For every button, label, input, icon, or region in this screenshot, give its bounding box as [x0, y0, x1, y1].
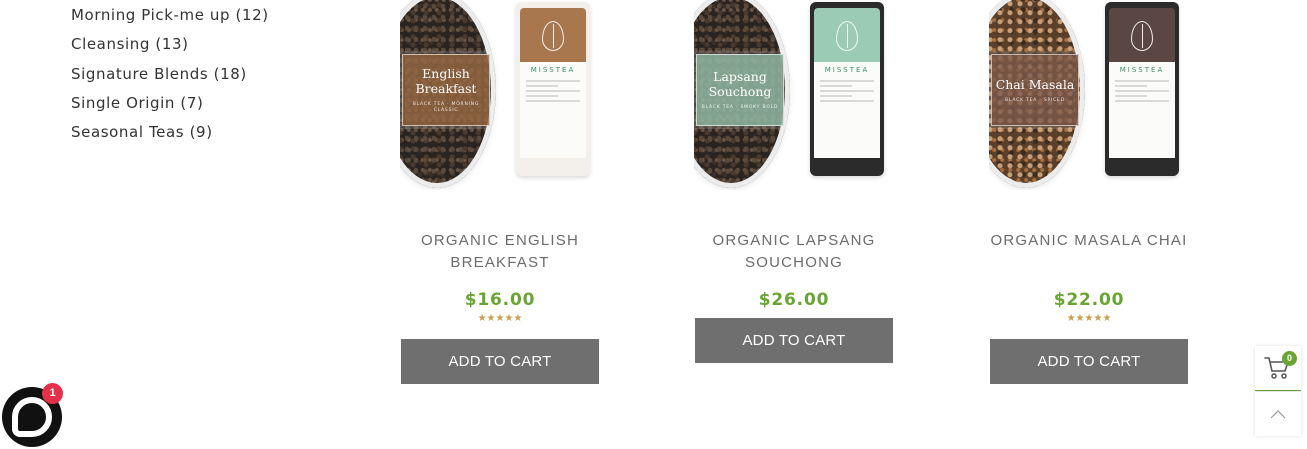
scroll-to-top-button[interactable] [1255, 392, 1301, 436]
category-single-origin[interactable]: Single Origin 7 [71, 91, 269, 120]
category-label: Morning Pick-me up [71, 6, 231, 24]
add-to-cart-button[interactable]: ADD TO CART [990, 339, 1188, 384]
image-label-panel: English Breakfast BLACK TEA · MORNING CL… [400, 51, 493, 129]
tin-label: MISSTEA [814, 62, 880, 158]
category-seasonal-teas[interactable]: Seasonal Teas 9 [71, 120, 269, 149]
tea-tin: MISSTEA [810, 2, 884, 176]
product-name[interactable]: Organic English Breakfast [400, 230, 600, 278]
product-price: $16.00 [464, 290, 536, 310]
leaf-icon [1131, 21, 1153, 51]
image-label-title: Chai Masala [995, 76, 1075, 92]
star-icon: ★ [477, 313, 487, 324]
image-label-subtitle: BLACK TEA · SMOKY BOLD [701, 105, 779, 110]
image-label-panel: Lapsang Souchong BLACK TEA · SMOKY BOLD [694, 51, 787, 129]
category-list: Morning Pick-me up 12 Cleansing 13 Signa… [71, 3, 269, 149]
product-image[interactable]: English Breakfast BLACK TEA · MORNING CL… [400, 0, 600, 190]
image-label-subtitle: BLACK TEA · SPICED [1005, 97, 1065, 103]
tin-brand: MISSTEA [1119, 66, 1165, 74]
cart-count-badge: 0 [1282, 351, 1297, 366]
tin-brand: MISSTEA [824, 66, 870, 74]
tea-tin: MISSTEA [516, 2, 590, 176]
chat-bubble-icon [12, 397, 52, 437]
rating-stars: ★ ★ ★ ★ ★ [989, 313, 1189, 327]
chat-notification-badge: 1 [42, 383, 63, 404]
tin-band [520, 8, 586, 64]
product-card-masala-chai: Chai Masala BLACK TEA · SPICED MISSTEA O… [989, 0, 1189, 384]
category-cleansing[interactable]: Cleansing 13 [71, 32, 269, 61]
product-card-english-breakfast: English Breakfast BLACK TEA · MORNING CL… [400, 0, 600, 384]
product-price: $22.00 [1053, 290, 1125, 310]
category-label: Signature Blends [71, 64, 209, 83]
product-name[interactable]: Organic Masala Chai [989, 230, 1189, 278]
tin-band [814, 8, 880, 64]
star-icon: ★ [504, 313, 514, 324]
category-label: Cleansing [71, 35, 150, 54]
tea-tin: MISSTEA [1105, 2, 1179, 176]
image-label-panel: Chai Masala BLACK TEA · SPICED [989, 51, 1082, 129]
star-icon: ★ [1093, 313, 1103, 324]
product-card-lapsang-souchong: Lapsang Souchong BLACK TEA · SMOKY BOLD … [694, 0, 894, 363]
tin-label: MISSTEA [1109, 62, 1175, 158]
add-to-cart-button[interactable]: ADD TO CART [401, 339, 599, 384]
chevron-up-icon [1270, 410, 1286, 419]
star-icon: ★ [495, 313, 505, 324]
category-count: 13 [155, 35, 188, 53]
category-signature-blends[interactable]: Signature Blends 18 [71, 62, 269, 91]
category-count: 18 [214, 65, 247, 83]
product-price: $26.00 [758, 290, 830, 310]
rating-stars: ★ ★ ★ ★ ★ [400, 313, 600, 327]
image-label-subtitle: BLACK TEA · MORNING CLASSIC [412, 102, 480, 113]
image-label-title: English Breakfast [415, 66, 477, 96]
product-name[interactable]: Organic Lapsang Souchong [694, 230, 894, 278]
add-to-cart-button[interactable]: ADD TO CART [695, 318, 893, 363]
product-image[interactable]: Lapsang Souchong BLACK TEA · SMOKY BOLD … [694, 0, 894, 190]
category-count: 12 [236, 6, 269, 24]
tin-band [1109, 8, 1175, 64]
star-icon: ★ [1075, 313, 1085, 324]
leaf-icon [542, 21, 564, 51]
star-icon: ★ [513, 313, 523, 324]
tin-brand: MISSTEA [530, 66, 576, 74]
star-icon: ★ [1084, 313, 1094, 324]
tin-label: MISSTEA [520, 62, 586, 158]
image-label-title: Lapsang Souchong [708, 69, 772, 99]
star-icon: ★ [486, 313, 496, 324]
star-icon: ★ [1102, 313, 1112, 324]
category-label: Single Origin [71, 93, 176, 112]
category-label: Seasonal Teas [71, 123, 185, 142]
category-count: 9 [190, 123, 213, 141]
leaf-icon [836, 21, 858, 51]
category-morning-pick-me-up[interactable]: Morning Pick-me up 12 [71, 3, 269, 32]
product-image[interactable]: Chai Masala BLACK TEA · SPICED MISSTEA [989, 0, 1189, 190]
category-count: 7 [180, 94, 203, 112]
star-icon: ★ [1066, 313, 1076, 324]
